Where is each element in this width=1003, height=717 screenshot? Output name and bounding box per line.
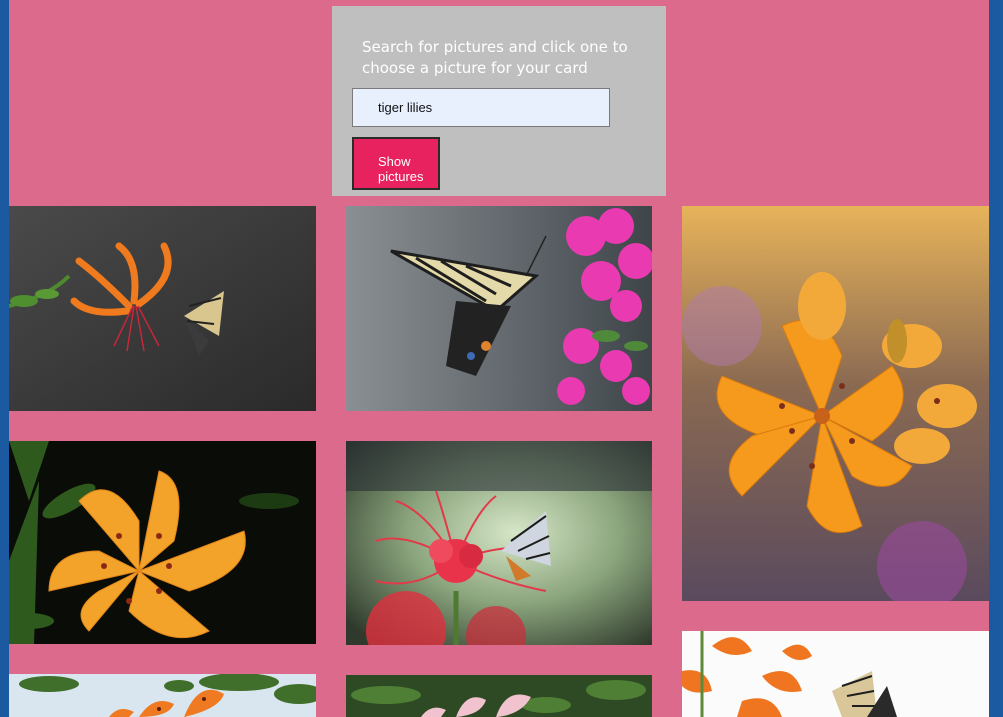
result-image-swallowtail-pink-phlox[interactable] [346,206,652,411]
result-image-spider-lily-swallowtail[interactable] [346,441,652,645]
result-image-tiger-lily-swallowtail-dark[interactable] [9,206,316,411]
search-input[interactable] [352,88,610,127]
result-image-orange-lily-dark[interactable] [9,441,316,644]
search-panel: Search for pictures and click one to cho… [332,6,666,196]
result-image-pink-lily-green[interactable] [346,675,652,717]
window-edge-right [989,0,1003,717]
result-image-tiger-lily-sky[interactable] [9,674,316,717]
show-pictures-button[interactable]: Show pictures [352,137,440,190]
result-image-orange-lily-bouquet[interactable] [682,206,989,601]
search-prompt: Search for pictures and click one to cho… [362,38,628,77]
result-image-tiger-lily-swallowtail-white[interactable] [682,631,989,717]
window-edge-left [0,0,9,717]
